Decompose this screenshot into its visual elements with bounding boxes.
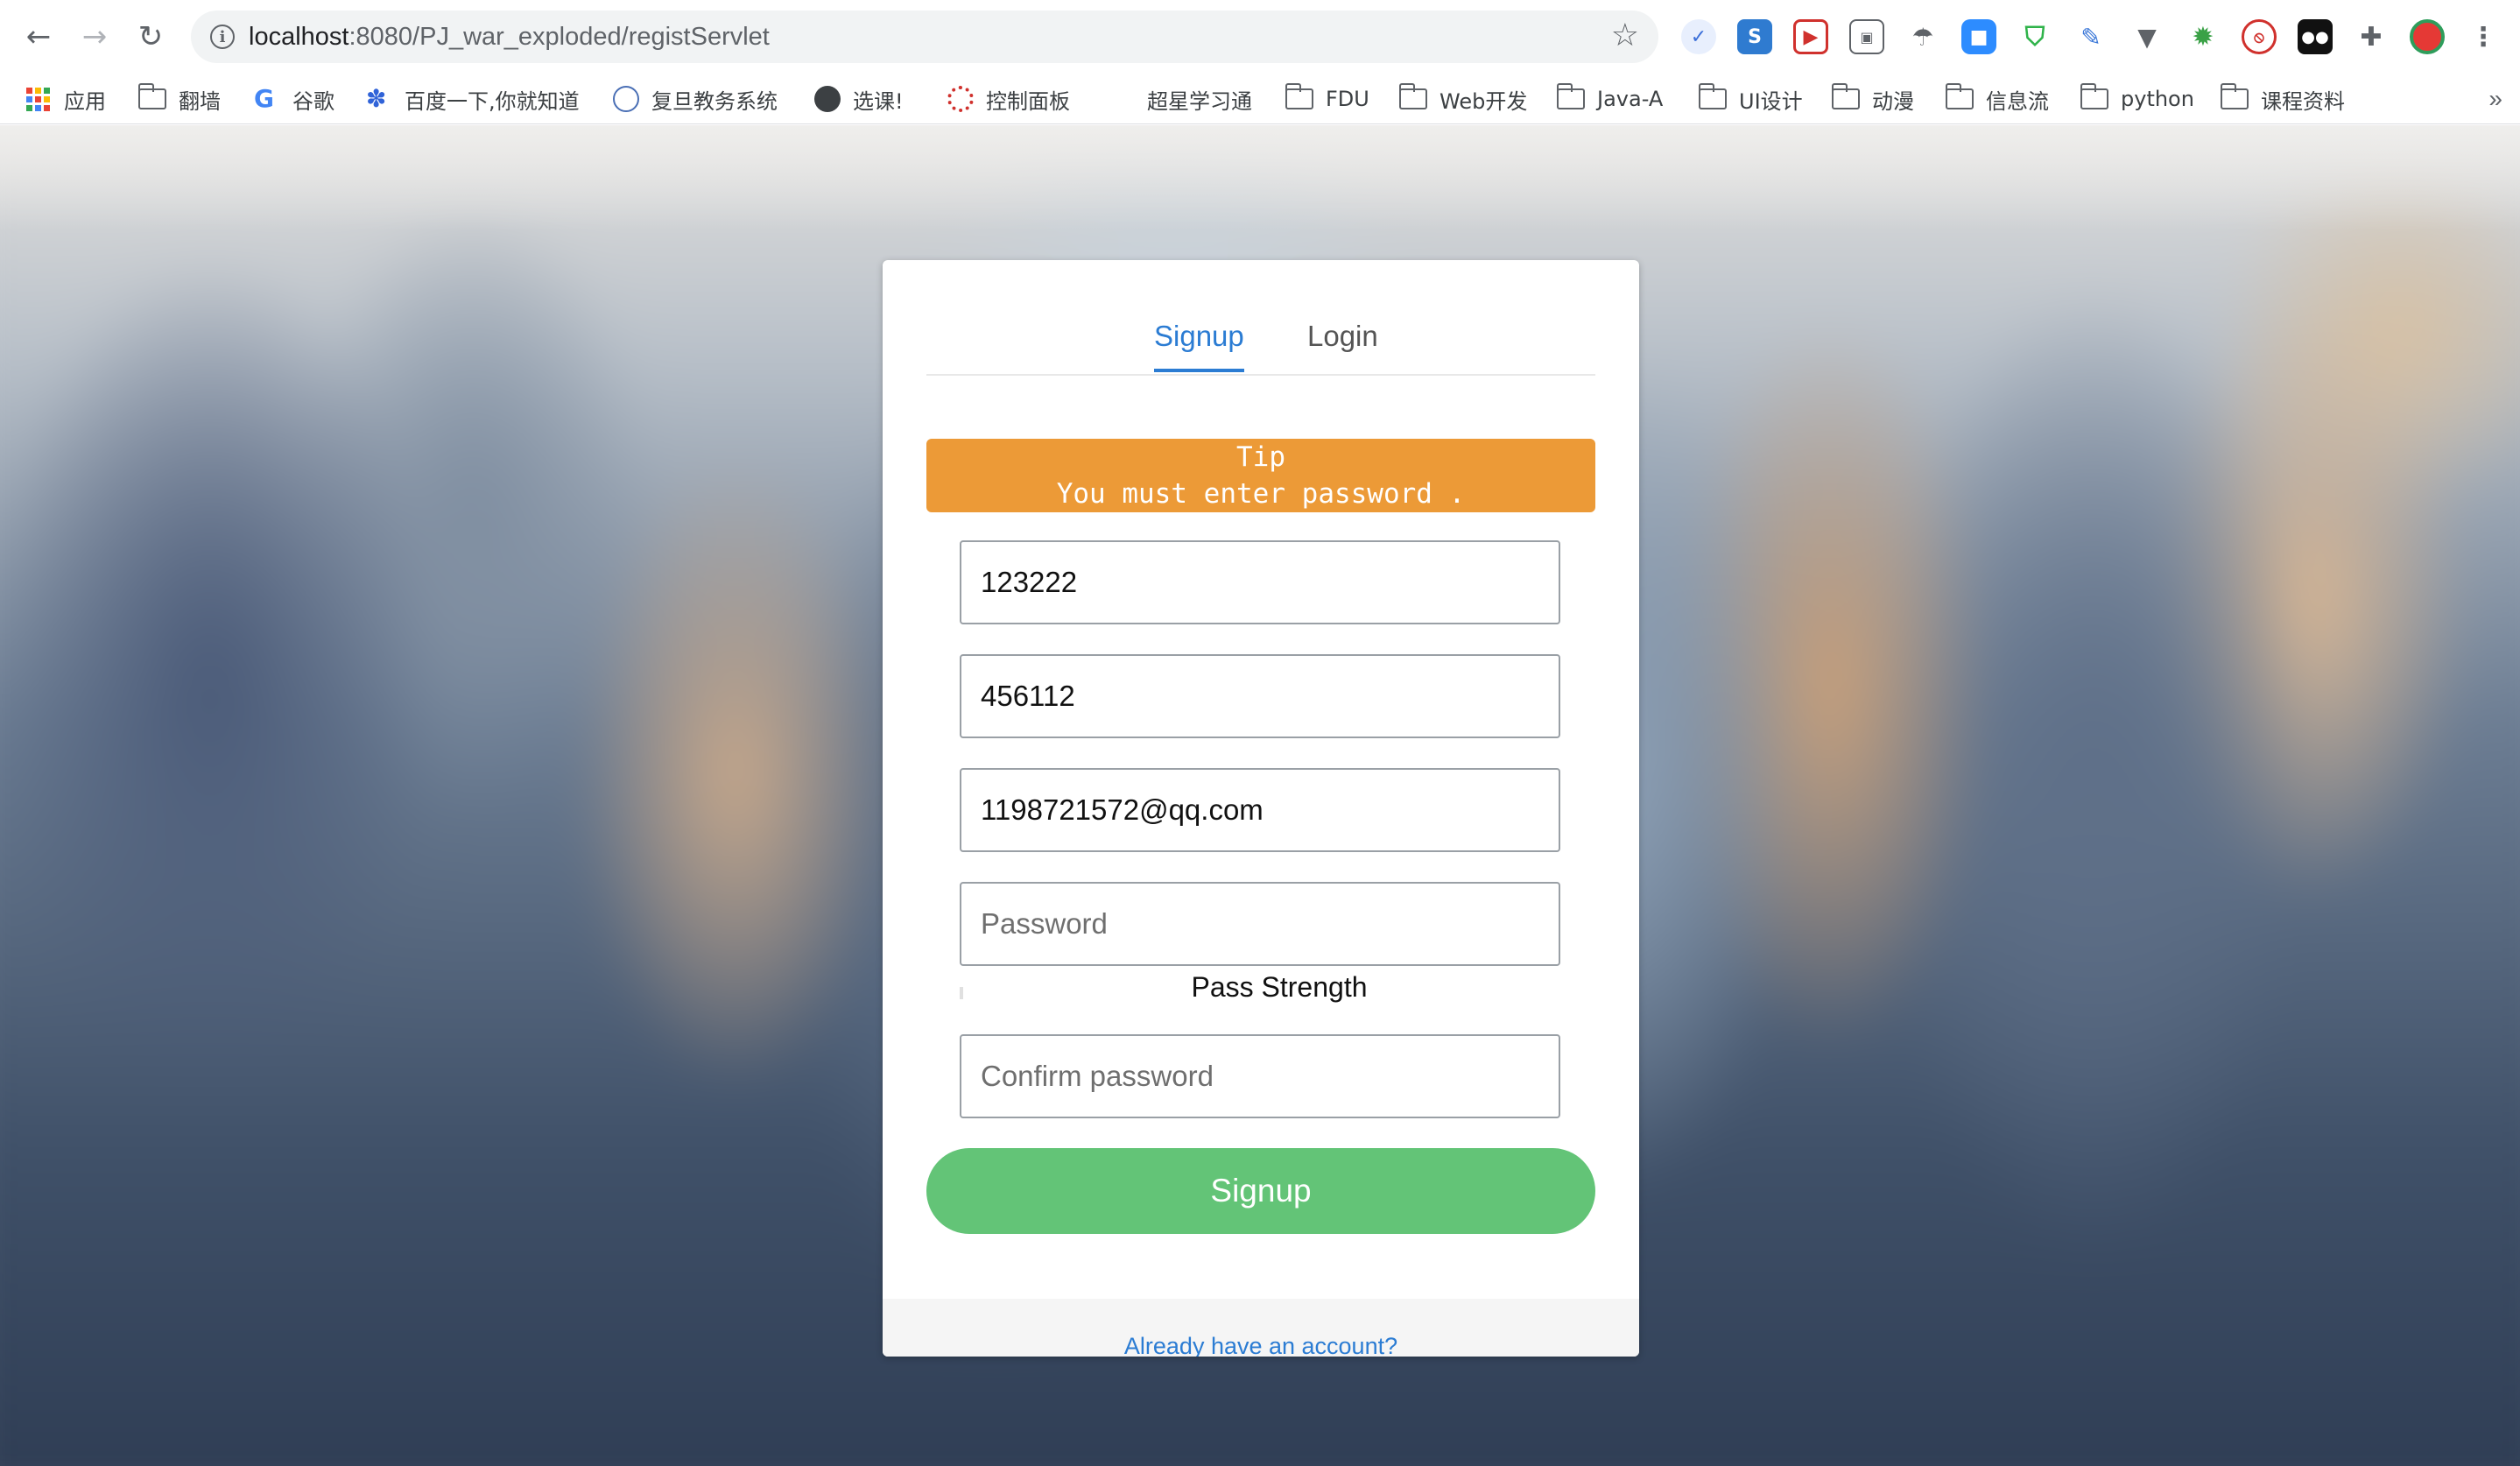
bookmark-fanqiang[interactable]: 翻墙 xyxy=(137,74,221,124)
background-top-fade xyxy=(0,125,2520,230)
bookmarks-bar: 应用 翻墙 G 谷歌 ✽ 百度一下,你就知道 复旦教务系统 选课! 控制面板 超… xyxy=(0,74,2520,124)
bookmark-fdu[interactable]: FDU xyxy=(1285,74,1369,124)
bookmark-star-icon[interactable]: ☆ xyxy=(1611,18,1639,53)
baidu-paw-icon: ✽ xyxy=(366,84,387,113)
bookmark-label: Java-A xyxy=(1597,87,1664,111)
bookmark-label: 课程资料 xyxy=(2261,88,2345,114)
bookmark-python[interactable]: python xyxy=(2080,74,2194,124)
bookmark-fudan-jiaowu[interactable]: 复旦教务系统 xyxy=(613,74,778,124)
tip-title: Tip xyxy=(1236,441,1285,473)
signup-card: Signup Login Tip You must enter password… xyxy=(883,260,1639,1357)
bookmark-java[interactable]: Java-A xyxy=(1556,74,1664,124)
bookmark-label: 选课! xyxy=(853,88,904,114)
folder-icon xyxy=(1556,83,1585,109)
more-bookmarks-icon[interactable]: » xyxy=(2488,74,2502,124)
extension-shield-icon[interactable]: ⛉ xyxy=(2017,19,2052,54)
google-icon: G xyxy=(254,84,274,113)
extension-block-icon[interactable]: ⦸ xyxy=(2242,19,2277,54)
auth-tabs: Signup Login xyxy=(926,313,1595,376)
username-field[interactable] xyxy=(960,540,1560,624)
globe-icon xyxy=(814,86,841,112)
folder-icon xyxy=(1285,83,1313,109)
bookmark-label: 超星学习通 xyxy=(1147,88,1252,114)
bookmark-baidu[interactable]: ✽ 百度一下,你就知道 xyxy=(366,74,580,124)
browser-menu-icon[interactable]: ⋮ xyxy=(2466,19,2501,54)
bookmark-label: 控制面板 xyxy=(986,88,1070,114)
url-host: localhost xyxy=(249,23,349,51)
bookmark-label: Web开发 xyxy=(1439,88,1528,114)
extension-cast-icon[interactable]: ▣ xyxy=(1849,19,1884,54)
extension-s-icon[interactable]: S xyxy=(1737,19,1772,54)
folder-icon xyxy=(1398,83,1427,109)
url-path: :8080/PJ_war_exploded/registServlet xyxy=(348,23,770,51)
bookmark-feed[interactable]: 信息流 xyxy=(1945,74,2049,124)
browser-toolbar: ← → ↻ i localhost:8080/PJ_war_exploded/r… xyxy=(0,0,2520,74)
extension-parachute-icon[interactable]: ☂ xyxy=(1905,19,1940,54)
email-field[interactable] xyxy=(960,768,1560,852)
extension-video-icon[interactable]: ▶ xyxy=(1793,19,1828,54)
tab-signup[interactable]: Signup xyxy=(1154,320,1244,372)
bookmark-anime[interactable]: 动漫 xyxy=(1831,74,1914,124)
bookmark-label: 翻墙 xyxy=(179,88,221,114)
extension-vue-icon[interactable]: ▼ xyxy=(2129,19,2165,54)
url-text[interactable]: localhost:8080/PJ_war_exploded/registSer… xyxy=(249,23,770,52)
bookmark-label: FDU xyxy=(1326,87,1369,111)
bookmark-xuanke[interactable]: 选课! xyxy=(814,74,904,124)
bookmark-web[interactable]: Web开发 xyxy=(1398,74,1528,124)
folder-icon xyxy=(1831,83,1860,109)
bookmark-control-panel[interactable]: 控制面板 xyxy=(947,74,1070,124)
bookmark-google[interactable]: G 谷歌 xyxy=(254,74,334,124)
tip-message: You must enter password . xyxy=(1056,478,1466,510)
extension-zoom-icon[interactable]: ■ xyxy=(1961,19,1996,54)
fudan-seal-icon xyxy=(613,86,639,112)
signup-button[interactable]: Signup xyxy=(926,1148,1595,1234)
bookmark-course[interactable]: 课程资料 xyxy=(2220,74,2345,124)
extensions-puzzle-icon[interactable]: ✚ xyxy=(2354,19,2389,54)
extension-translate-icon[interactable]: ✓ xyxy=(1681,19,1716,54)
extension-gear-icon[interactable]: ✹ xyxy=(2186,19,2221,54)
bookmark-label: 应用 xyxy=(64,88,106,114)
password-field[interactable] xyxy=(960,882,1560,966)
site-info-icon[interactable]: i xyxy=(210,25,235,49)
forward-icon[interactable]: → xyxy=(74,16,116,58)
extension-picker-icon[interactable]: ✎ xyxy=(2073,19,2108,54)
bookmark-ui[interactable]: UI设计 xyxy=(1698,74,1803,124)
address-bar[interactable]: i localhost:8080/PJ_war_exploded/registS… xyxy=(191,11,1658,63)
password-strength-label: Pass Strength xyxy=(1191,971,1368,1003)
already-have-account-link[interactable]: Already have an account? xyxy=(883,1333,1639,1357)
back-icon[interactable]: ← xyxy=(18,16,60,58)
profile-avatar[interactable] xyxy=(2410,19,2445,54)
folder-icon xyxy=(1698,83,1727,109)
control-panel-icon xyxy=(947,86,974,112)
nickname-field[interactable] xyxy=(960,654,1560,738)
bookmark-apps[interactable]: 应用 xyxy=(26,74,106,124)
page-content: Signup Login Tip You must enter password… xyxy=(0,125,2520,1466)
bookmark-label: UI设计 xyxy=(1739,88,1803,114)
tip-alert: Tip You must enter password . xyxy=(926,439,1595,512)
confirm-password-field[interactable] xyxy=(960,1034,1560,1118)
bookmark-label: 动漫 xyxy=(1872,88,1914,114)
tab-login[interactable]: Login xyxy=(1307,320,1378,369)
bookmark-label: 复旦教务系统 xyxy=(651,88,778,114)
folder-icon xyxy=(2220,83,2249,109)
bookmark-label: 谷歌 xyxy=(292,88,334,114)
folder-icon xyxy=(2080,83,2108,109)
bookmark-label: 信息流 xyxy=(1986,88,2049,114)
apps-grid-icon xyxy=(26,87,50,111)
reload-icon[interactable]: ↻ xyxy=(130,16,172,58)
folder-icon xyxy=(1945,83,1974,109)
bookmark-label: python xyxy=(2121,87,2194,111)
bookmark-chaoxing[interactable]: 超星学习通 xyxy=(1147,74,1252,124)
extension-dots-icon[interactable]: ●● xyxy=(2298,19,2333,54)
bookmark-label: 百度一下,你就知道 xyxy=(405,88,580,114)
folder-icon xyxy=(137,83,166,109)
